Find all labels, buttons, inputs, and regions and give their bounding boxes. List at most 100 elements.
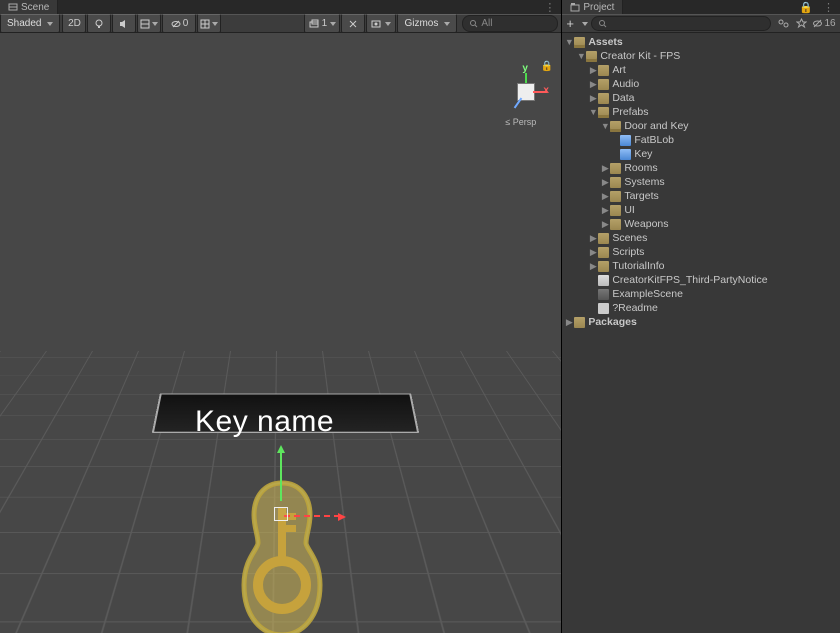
lock-icon[interactable]: 🔒 — [799, 1, 813, 14]
filter-by-type-button[interactable] — [774, 16, 792, 31]
folder-icon — [610, 163, 621, 174]
prefab-icon — [620, 149, 631, 160]
gizmos-label: Gizmos — [404, 18, 438, 29]
scene-tab-menu[interactable]: ⋮ — [538, 1, 561, 14]
chevron-down-icon — [152, 22, 158, 26]
chevron-down-icon — [47, 22, 53, 26]
project-icon — [570, 2, 580, 12]
object-label-text: Key name — [195, 405, 334, 439]
filter-icon — [778, 18, 789, 29]
gizmo-center-handle[interactable] — [274, 507, 288, 521]
hidden-objects-toggle[interactable]: 0 — [162, 14, 196, 33]
tree-item-key[interactable]: Key — [562, 147, 840, 161]
hidden-toggle[interactable]: 16 — [810, 16, 838, 31]
scene-asset-icon — [598, 289, 609, 300]
camera-dropdown[interactable]: 1 — [304, 14, 340, 33]
lightbulb-icon — [94, 19, 104, 29]
tree-item-data[interactable]: ▶Data — [562, 91, 840, 105]
tree-item-scripts[interactable]: ▶Scripts — [562, 245, 840, 259]
tree-item-fatblob[interactable]: FatBLob — [562, 133, 840, 147]
folder-icon — [598, 93, 609, 104]
project-tree[interactable]: ▼Assets ▼Creator Kit - FPS ▶Art ▶Audio ▶… — [562, 33, 840, 633]
2d-toggle[interactable]: 2D — [62, 14, 86, 33]
project-panel: Project 🔒 ⋮ + 16 — [561, 0, 840, 633]
orientation-gizmo[interactable]: 🔒 y x ≤ Persp — [497, 61, 553, 133]
tree-item-rooms[interactable]: ▶Rooms — [562, 161, 840, 175]
folder-open-icon — [586, 51, 597, 62]
aspect-label: 1 — [322, 18, 328, 29]
axis-z-cone-icon[interactable] — [514, 98, 523, 109]
tree-item-audio[interactable]: ▶Audio — [562, 77, 840, 91]
folder-icon — [610, 191, 621, 202]
prefab-icon — [620, 135, 631, 146]
folder-icon — [574, 317, 585, 328]
tree-item-scenes[interactable]: ▶Scenes — [562, 231, 840, 245]
tab-project[interactable]: Project — [562, 0, 623, 14]
folder-icon — [598, 247, 609, 258]
project-search-input[interactable] — [591, 16, 771, 31]
eye-slash-icon — [812, 18, 823, 29]
tab-menu-icon[interactable]: ⋮ — [823, 1, 834, 14]
tree-item-weapons[interactable]: ▶Weapons — [562, 217, 840, 231]
add-button[interactable]: + — [566, 16, 574, 31]
audio-toggle[interactable] — [112, 14, 136, 33]
tools-button[interactable] — [341, 14, 365, 33]
tree-item-creator-kit[interactable]: ▼Creator Kit - FPS — [562, 49, 840, 63]
scene-viewport[interactable]: Key name 🔒 y — [0, 33, 561, 633]
gizmo-y-axis[interactable] — [280, 451, 282, 501]
tree-item-notice[interactable]: CreatorKitFPS_Third-PartyNotice — [562, 273, 840, 287]
grid-toggle[interactable] — [197, 14, 221, 33]
folder-icon — [598, 65, 609, 76]
chevron-down-icon — [330, 22, 336, 26]
lock-icon[interactable]: 🔒 — [541, 61, 553, 72]
grid-icon — [200, 19, 210, 29]
folder-icon — [610, 177, 621, 188]
tree-item-readme[interactable]: ? Readme — [562, 301, 840, 315]
folder-open-icon — [610, 121, 621, 132]
gizmos-dropdown[interactable]: Gizmos — [397, 14, 457, 33]
tree-item-prefabs[interactable]: ▼Prefabs — [562, 105, 840, 119]
tree-item-door-key[interactable]: ▼Door and Key — [562, 119, 840, 133]
folder-icon — [598, 233, 609, 244]
layers-icon — [309, 19, 319, 29]
tab-scene-label: Scene — [21, 2, 49, 13]
chevron-down-icon — [444, 22, 450, 26]
shading-mode-label: Shaded — [7, 18, 41, 29]
favorite-button[interactable] — [792, 16, 810, 31]
tree-item-systems[interactable]: ▶Systems — [562, 175, 840, 189]
fx-icon — [140, 19, 150, 29]
tree-item-targets[interactable]: ▶Targets — [562, 189, 840, 203]
search-icon — [469, 19, 478, 28]
tree-item-packages[interactable]: ▶Packages — [562, 315, 840, 329]
hidden-count: 0 — [183, 18, 189, 29]
scene-icon — [8, 2, 18, 12]
scene-tabbar: Scene ⋮ — [0, 0, 561, 14]
key-object[interactable] — [228, 479, 336, 633]
chevron-down-icon — [212, 22, 218, 26]
crossed-tools-icon — [348, 19, 358, 29]
speaker-icon — [119, 19, 129, 29]
tree-item-example[interactable]: ExampleScene — [562, 287, 840, 301]
tree-item-ui[interactable]: ▶UI — [562, 203, 840, 217]
tree-item-assets[interactable]: ▼Assets — [562, 35, 840, 49]
hidden-count: 16 — [824, 18, 835, 29]
tab-scene[interactable]: Scene — [0, 0, 58, 14]
lighting-toggle[interactable] — [87, 14, 111, 33]
fx-toggle[interactable] — [137, 14, 161, 33]
file-icon — [598, 275, 609, 286]
camera-settings-button[interactable] — [366, 14, 396, 33]
tab-project-label: Project — [583, 2, 614, 13]
folder-icon — [598, 79, 609, 90]
scene-panel: Scene ⋮ Shaded 2D 0 — [0, 0, 561, 633]
tree-item-tutorial[interactable]: ▶TutorialInfo — [562, 259, 840, 273]
folder-open-icon — [598, 107, 609, 118]
projection-label[interactable]: ≤ Persp — [505, 117, 536, 127]
chevron-down-icon — [582, 22, 588, 26]
camera-icon — [371, 19, 383, 29]
shading-mode-dropdown[interactable]: Shaded — [0, 14, 60, 33]
gizmo-x-axis[interactable] — [284, 515, 340, 519]
chevron-down-icon — [385, 22, 391, 26]
tree-item-art[interactable]: ▶Art — [562, 63, 840, 77]
scene-search-input[interactable]: All — [462, 15, 558, 32]
file-icon — [598, 303, 609, 314]
